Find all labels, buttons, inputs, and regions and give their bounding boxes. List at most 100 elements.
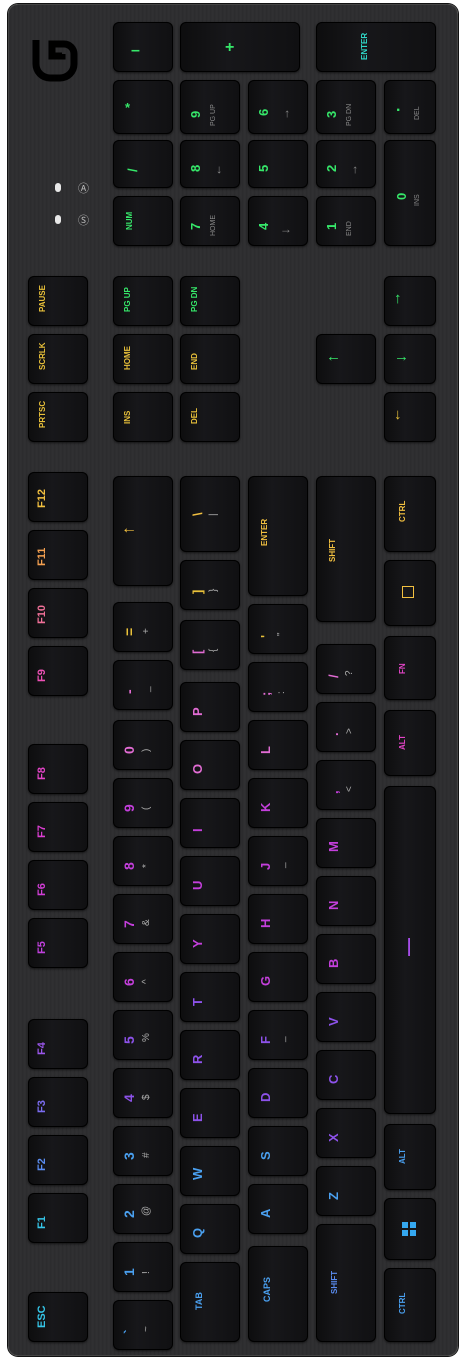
windows-key[interactable] (384, 1198, 436, 1260)
letter-key-2[interactable]: W (180, 1146, 240, 1196)
f-key-f7[interactable]: F7 (28, 802, 88, 852)
letter-key-7[interactable]: U (180, 856, 240, 906)
numpad-2-key[interactable]: 2 → (316, 140, 376, 188)
menu-key[interactable] (384, 560, 436, 626)
print-screen-key[interactable]: PRTSC (28, 392, 88, 442)
f-key-f5[interactable]: F5 (28, 918, 88, 968)
numpad-4-key[interactable]: 4 ↓ (248, 196, 308, 246)
arrow-down-key[interactable]: ↓ (384, 392, 436, 442)
f-key-f8[interactable]: F8 (28, 744, 88, 794)
key-3-number-row[interactable]: 2 @ (113, 1184, 173, 1234)
letter-key-10[interactable]: P (180, 682, 240, 732)
f-key-f2[interactable]: F2 (28, 1135, 88, 1185)
f-key-f3[interactable]: F3 (28, 1077, 88, 1127)
left-ctrl-key[interactable]: CTRL (384, 1268, 436, 1342)
caps-row-key-1[interactable]: A (248, 1184, 308, 1234)
numpad-1-key[interactable]: 1 END (316, 196, 376, 246)
caps-lock-key[interactable]: CAPS (248, 1246, 308, 1342)
caps-row-key-5[interactable]: G (248, 952, 308, 1002)
letter-key-4[interactable]: R (180, 1030, 240, 1080)
numpad-7-key[interactable]: 7 HOME (180, 196, 240, 246)
key-6-number-row[interactable]: 5% (113, 1010, 173, 1060)
arrow-left-key[interactable]: ← (316, 334, 376, 384)
pause-key[interactable]: PAUSE (28, 276, 88, 326)
shift-row-key-9[interactable]: . > (316, 702, 376, 752)
scroll-lock-key[interactable]: SCRLK (28, 334, 88, 384)
right-alt-key[interactable]: ALT (384, 710, 436, 776)
caps-row-key-3[interactable]: D (248, 1068, 308, 1118)
left-alt-key[interactable]: ALT (384, 1124, 436, 1190)
right-shift-key[interactable]: SHIFT (316, 476, 376, 622)
letter-key-9[interactable]: O (180, 740, 240, 790)
backslash-key[interactable]: \ | (180, 476, 240, 552)
f-key-f1[interactable]: F1 (28, 1193, 88, 1243)
key-10-number-row[interactable]: 9( (113, 778, 173, 828)
numpad-6-key[interactable]: 6 → (248, 80, 308, 134)
numpad-slash-key[interactable]: / (113, 140, 173, 188)
key-13-number-row[interactable]: = + (113, 602, 173, 652)
num-lock-key[interactable]: NUM (113, 196, 173, 246)
f-key-f6[interactable]: F6 (28, 860, 88, 910)
page-down-key[interactable]: PG DN (180, 276, 240, 326)
page-up-key[interactable]: PG UP (113, 276, 173, 326)
numpad-3-key[interactable]: 3 PG DN (316, 80, 376, 134)
shift-row-key-2[interactable]: X (316, 1108, 376, 1158)
numpad-5-key[interactable]: 5 (248, 140, 308, 188)
numpad-asterisk-key[interactable]: * (113, 80, 173, 134)
backspace-key[interactable]: ← (113, 476, 173, 586)
shift-row-key-4[interactable]: V (316, 992, 376, 1042)
f-key-esc[interactable]: ESC (28, 1292, 88, 1342)
tab-key[interactable]: TAB (180, 1262, 240, 1342)
f-key-f12[interactable]: F12 (28, 472, 88, 522)
end-key[interactable]: END (180, 334, 240, 384)
caps-row-key-2[interactable]: S (248, 1126, 308, 1176)
caps-row-key-6[interactable]: H (248, 894, 308, 944)
numpad-minus-key[interactable]: – (113, 22, 173, 72)
letter-key-1[interactable]: Q (180, 1204, 240, 1254)
shift-row-key-3[interactable]: C (316, 1050, 376, 1100)
spacebar-key[interactable]: — (384, 786, 436, 1114)
letter-key-5[interactable]: T (180, 972, 240, 1022)
home-key[interactable]: HOME (113, 334, 173, 384)
shift-row-key-7[interactable]: M (316, 818, 376, 868)
key-2-number-row[interactable]: 1! (113, 1242, 173, 1292)
right-ctrl-key[interactable]: CTRL (384, 476, 436, 552)
fn-key[interactable]: FN (384, 636, 436, 700)
caps-row-key-7[interactable]: J _ (248, 836, 308, 886)
caps-row-key-9[interactable]: L (248, 720, 308, 770)
numpad-0-key[interactable]: 0 INS (384, 140, 436, 246)
key-12-number-row[interactable]: - _ (113, 660, 173, 710)
key-11-number-row[interactable]: 0) (113, 720, 173, 770)
key-5-number-row[interactable]: 4 $ (113, 1068, 173, 1118)
letter-key-8[interactable]: I (180, 798, 240, 848)
arrow-up-key[interactable]: ↑ (384, 276, 436, 326)
numpad-8-key[interactable]: 8 ← (180, 140, 240, 188)
key-4-number-row[interactable]: 3 # (113, 1126, 173, 1176)
letter-key-6[interactable]: Y (180, 914, 240, 964)
f-key-f11[interactable]: F11 (28, 530, 88, 580)
enter-key[interactable]: ENTER (248, 476, 308, 596)
arrow-right-key[interactable]: → (384, 334, 436, 384)
numpad-dot-key[interactable]: . DEL (384, 80, 436, 134)
f-key-f9[interactable]: F9 (28, 646, 88, 696)
caps-row-key-11[interactable]: ' " (248, 604, 308, 654)
shift-row-key-6[interactable]: N (316, 876, 376, 926)
shift-row-key-8[interactable]: , < (316, 760, 376, 810)
letter-key-11[interactable]: [{ (180, 620, 240, 670)
numpad-9-key[interactable]: 9 PG UP (180, 80, 240, 134)
shift-row-key-1[interactable]: Z (316, 1166, 376, 1216)
caps-row-key-8[interactable]: K (248, 778, 308, 828)
shift-row-key-10[interactable]: /? (316, 644, 376, 694)
f-key-f10[interactable]: F10 (28, 588, 88, 638)
letter-key-3[interactable]: E (180, 1088, 240, 1138)
letter-key-12[interactable]: ]} (180, 560, 240, 610)
insert-key[interactable]: INS (113, 392, 173, 442)
numpad-enter-key[interactable]: ENTER (316, 22, 436, 72)
f-key-f4[interactable]: F4 (28, 1019, 88, 1069)
delete-key[interactable]: DEL (180, 392, 240, 442)
key-8-number-row[interactable]: 7 & (113, 894, 173, 944)
caps-row-key-10[interactable]: ;: (248, 662, 308, 712)
key-1-number-row[interactable]: ` ~ (113, 1300, 173, 1350)
shift-row-key-5[interactable]: B (316, 934, 376, 984)
numpad-plus-key[interactable]: + (180, 22, 300, 72)
